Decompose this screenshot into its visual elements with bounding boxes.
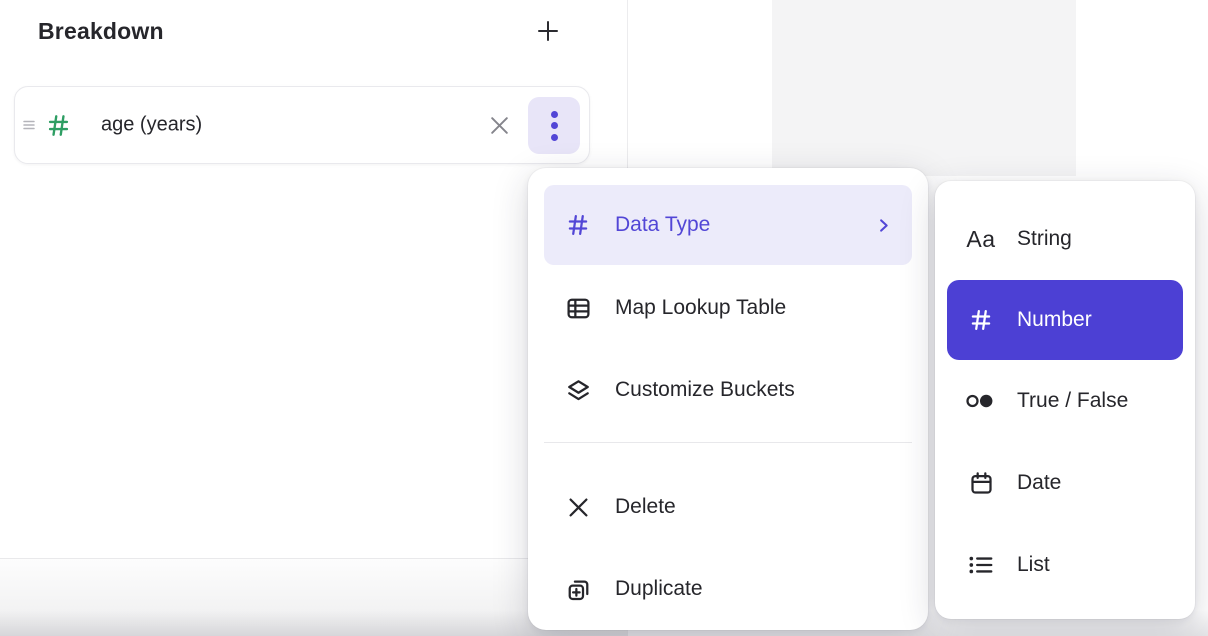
stack-layers-icon — [563, 377, 593, 404]
two-circles-icon — [963, 389, 999, 413]
data-type-submenu: Aa String Number True / False Date Lis — [935, 181, 1195, 619]
submenu-item-number[interactable]: Number — [947, 280, 1183, 360]
add-breakdown-button[interactable] — [531, 14, 565, 48]
submenu-item-true-false[interactable]: True / False — [947, 360, 1183, 442]
calendar-icon — [963, 470, 999, 497]
field-context-menu: Data Type Map Lookup Table Customize Buc… — [528, 168, 928, 630]
hash-icon — [963, 307, 999, 333]
app-window: Breakdown age (years) — [0, 0, 1208, 636]
menu-divider — [544, 442, 912, 443]
menu-item-delete[interactable]: Delete — [544, 466, 912, 548]
submenu-item-list[interactable]: List — [947, 524, 1183, 606]
submenu-item-date[interactable]: Date — [947, 442, 1183, 524]
page-title: Breakdown — [38, 18, 164, 45]
field-label: age (years) — [101, 114, 202, 137]
submenu-item-string[interactable]: Aa String — [947, 198, 1183, 280]
x-icon — [563, 494, 593, 521]
table-icon — [563, 295, 593, 322]
drag-handle-icon[interactable] — [20, 116, 38, 134]
menu-item-data-type[interactable]: Data Type — [544, 185, 912, 265]
bulleted-list-icon — [963, 552, 999, 578]
close-icon — [486, 112, 513, 139]
remove-field-button[interactable] — [483, 109, 515, 141]
number-type-icon — [44, 111, 72, 139]
menu-item-map-lookup-table[interactable]: Map Lookup Table — [544, 267, 912, 349]
content-placeholder — [772, 0, 1076, 176]
field-more-options-button[interactable] — [528, 97, 580, 154]
breakdown-field-card[interactable]: age (years) — [14, 86, 590, 164]
chevron-right-icon — [874, 216, 893, 235]
plus-icon — [533, 16, 563, 46]
menu-item-duplicate[interactable]: Duplicate — [544, 548, 912, 630]
hash-icon — [563, 212, 593, 238]
kebab-dots-icon — [551, 111, 558, 118]
menu-item-customize-buckets[interactable]: Customize Buckets — [544, 349, 912, 431]
aa-string-icon: Aa — [963, 226, 999, 253]
copy-plus-icon — [563, 576, 593, 603]
